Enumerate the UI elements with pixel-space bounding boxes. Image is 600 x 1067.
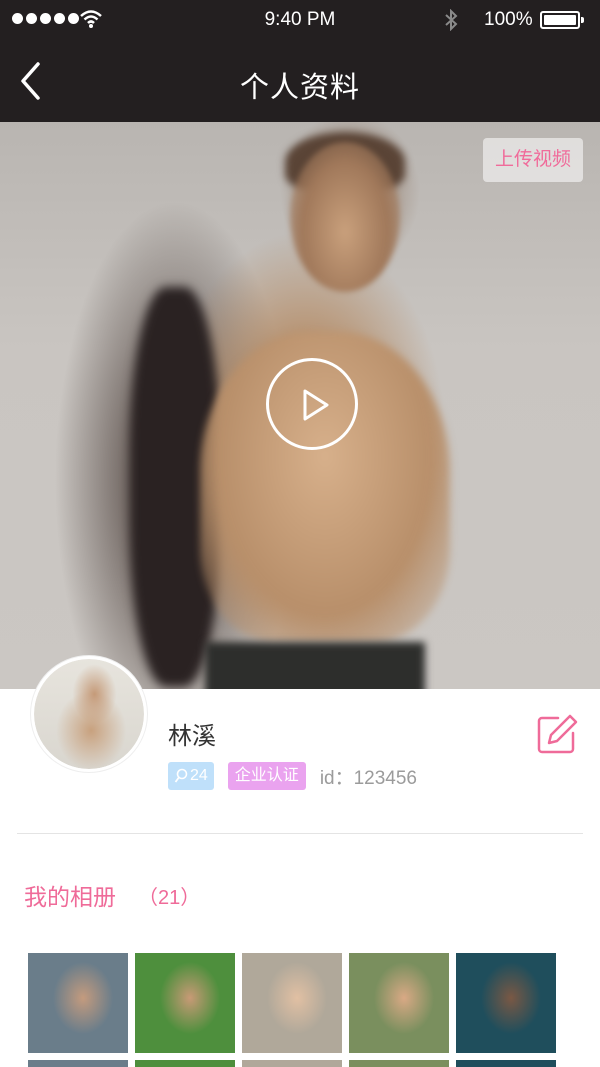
search-icon bbox=[174, 768, 188, 783]
edit-icon bbox=[537, 714, 578, 754]
upload-video-button[interactable]: 上传视频 bbox=[483, 138, 583, 182]
video-head-shape bbox=[290, 142, 400, 292]
battery-percent: 100% bbox=[484, 9, 533, 30]
album-photo[interactable] bbox=[135, 1060, 235, 1067]
enterprise-cert-badge: 企业认证 bbox=[227, 762, 306, 790]
edit-profile-button[interactable] bbox=[536, 713, 578, 755]
album-photo[interactable] bbox=[349, 1060, 449, 1067]
profile-video[interactable]: 上传视频 bbox=[0, 122, 600, 689]
level-badge: 24 bbox=[168, 762, 214, 790]
divider bbox=[17, 833, 583, 834]
album-photo[interactable] bbox=[28, 953, 128, 1053]
play-button[interactable] bbox=[266, 358, 358, 450]
album-photo[interactable] bbox=[242, 1060, 342, 1067]
album-title: 我的相册 bbox=[24, 884, 116, 910]
page-title: 个人资料 bbox=[239, 72, 360, 104]
album-photo[interactable] bbox=[456, 1060, 556, 1067]
profile-info: 林溪 24 企业认证 id：123456 bbox=[0, 656, 600, 839]
bluetooth-icon bbox=[445, 9, 458, 31]
user-id: id：123456 bbox=[319, 767, 418, 789]
battery-icon bbox=[540, 11, 584, 29]
album-photo[interactable] bbox=[349, 953, 449, 1053]
album-photo[interactable] bbox=[242, 953, 342, 1053]
nav-bar: 个人资料 bbox=[0, 40, 600, 122]
play-icon bbox=[303, 389, 329, 421]
album-photo[interactable] bbox=[28, 1060, 128, 1067]
album-header: 我的相册 （21） bbox=[24, 878, 200, 912]
album-photo[interactable] bbox=[456, 953, 556, 1053]
user-name: 林溪 bbox=[168, 723, 216, 750]
video-jeans-shape bbox=[205, 642, 425, 689]
level-value: 24 bbox=[190, 767, 208, 784]
user-badges: 24 企业认证 id：123456 bbox=[168, 762, 417, 790]
album-grid bbox=[28, 953, 588, 1067]
status-bar: 9:40 PM 100% bbox=[0, 0, 600, 40]
avatar[interactable] bbox=[31, 656, 147, 772]
album-photo[interactable] bbox=[135, 953, 235, 1053]
album-count: （21） bbox=[138, 886, 201, 909]
